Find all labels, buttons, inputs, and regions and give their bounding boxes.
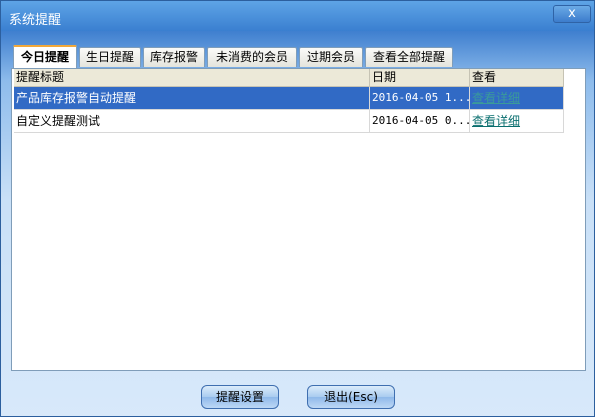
tab-stock-alert[interactable]: 库存报警 [143,47,205,67]
window-title: 系统提醒 [9,13,62,28]
table-row[interactable]: 产品库存报警自动提醒 2016-04-05 1... 查看详细 [14,87,564,110]
row-date: 2016-04-05 0... [370,110,470,133]
exit-button[interactable]: 退出(Esc) [307,385,395,409]
tab-label: 查看全部提醒 [372,50,445,64]
tab-label: 今日提醒 [20,50,69,64]
view-details-link[interactable]: 查看详细 [472,114,520,128]
tab-label: 库存报警 [149,50,198,64]
button-bar: 提醒设置 退出(Esc) [1,373,594,416]
row-action-cell: 查看详细 [470,87,564,110]
tab-panel: 提醒标题 日期 查看 产品库存报警自动提醒 2016-04-05 1... 查看… [11,68,586,371]
tab-label: 过期会员 [306,50,355,64]
tab-today[interactable]: 今日提醒 [13,45,77,68]
tab-inactive-members[interactable]: 未消费的会员 [207,47,297,67]
column-header-view[interactable]: 查看 [470,69,564,87]
row-title: 自定义提醒测试 [14,110,370,133]
tab-all-reminders[interactable]: 查看全部提醒 [365,47,453,67]
tab-expired-members[interactable]: 过期会员 [299,47,363,67]
row-title: 产品库存报警自动提醒 [14,87,370,110]
table-row[interactable]: 自定义提醒测试 2016-04-05 0... 查看详细 [14,110,564,133]
close-button[interactable]: x [553,5,591,23]
reminder-window: 系统提醒 x 今日提醒 生日提醒 库存报警 未消费的会员 过期会员 查看全部提醒… [0,0,595,417]
column-header-title[interactable]: 提醒标题 [14,69,370,87]
view-details-link[interactable]: 查看详细 [472,91,520,105]
reminder-grid: 提醒标题 日期 查看 产品库存报警自动提醒 2016-04-05 1... 查看… [14,69,564,133]
tab-label: 未消费的会员 [215,50,288,64]
close-icon: x [568,6,576,21]
grid-header: 提醒标题 日期 查看 [14,69,564,87]
tab-label: 生日提醒 [85,50,134,64]
title-bar[interactable]: 系统提醒 x [1,1,594,31]
tab-birthday[interactable]: 生日提醒 [79,47,141,67]
column-header-date[interactable]: 日期 [370,69,470,87]
reminder-settings-button[interactable]: 提醒设置 [201,385,279,409]
row-action-cell: 查看详细 [470,110,564,133]
row-date: 2016-04-05 1... [370,87,470,110]
